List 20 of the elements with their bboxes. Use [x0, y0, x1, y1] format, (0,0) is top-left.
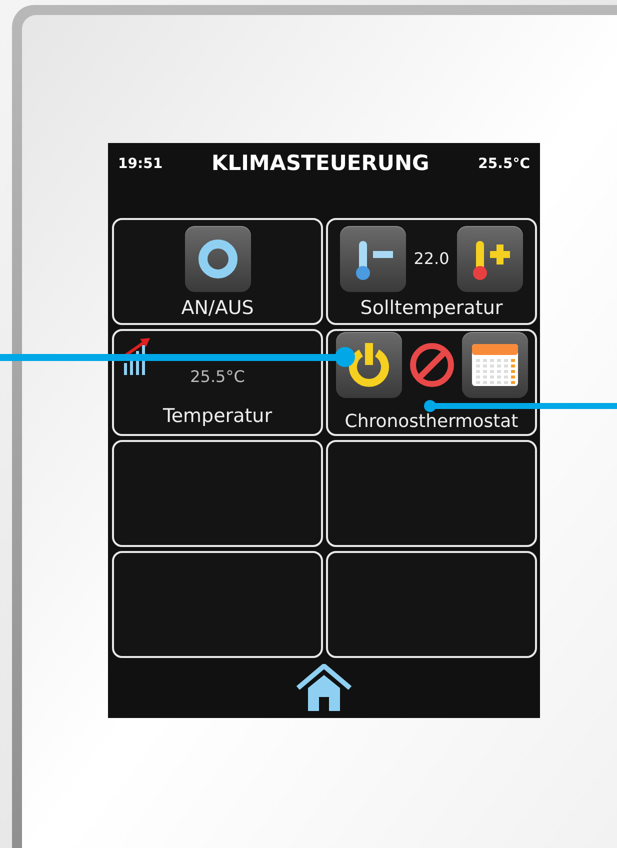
- screen-title: KLIMASTEUERUNG: [211, 150, 430, 178]
- current-temperature: 25.5°C: [478, 154, 530, 174]
- temperature-value: 25.5°C: [190, 366, 245, 388]
- empty-tile[interactable]: [326, 440, 537, 547]
- setpoint-value: 22.0: [414, 248, 450, 270]
- tile-label: Solltemperatur: [360, 296, 503, 320]
- tile-label: AN/AUS: [181, 296, 254, 320]
- thermometer-plus-icon[interactable]: [457, 226, 524, 292]
- empty-tile[interactable]: [112, 440, 323, 547]
- ring-icon[interactable]: [184, 226, 250, 292]
- tile-label: Temperatur: [162, 404, 272, 428]
- clock-time: 19:51: [118, 154, 163, 174]
- calendar-icon[interactable]: [462, 332, 528, 398]
- empty-tile[interactable]: [112, 551, 323, 658]
- power-tile[interactable]: AN/AUS: [112, 218, 323, 325]
- home-icon[interactable]: [296, 664, 352, 712]
- empty-tile[interactable]: [326, 551, 537, 658]
- thermometer-minus-icon[interactable]: [340, 226, 406, 292]
- tile-label: Chronosthermostat: [344, 410, 518, 434]
- power-icon[interactable]: [336, 332, 402, 398]
